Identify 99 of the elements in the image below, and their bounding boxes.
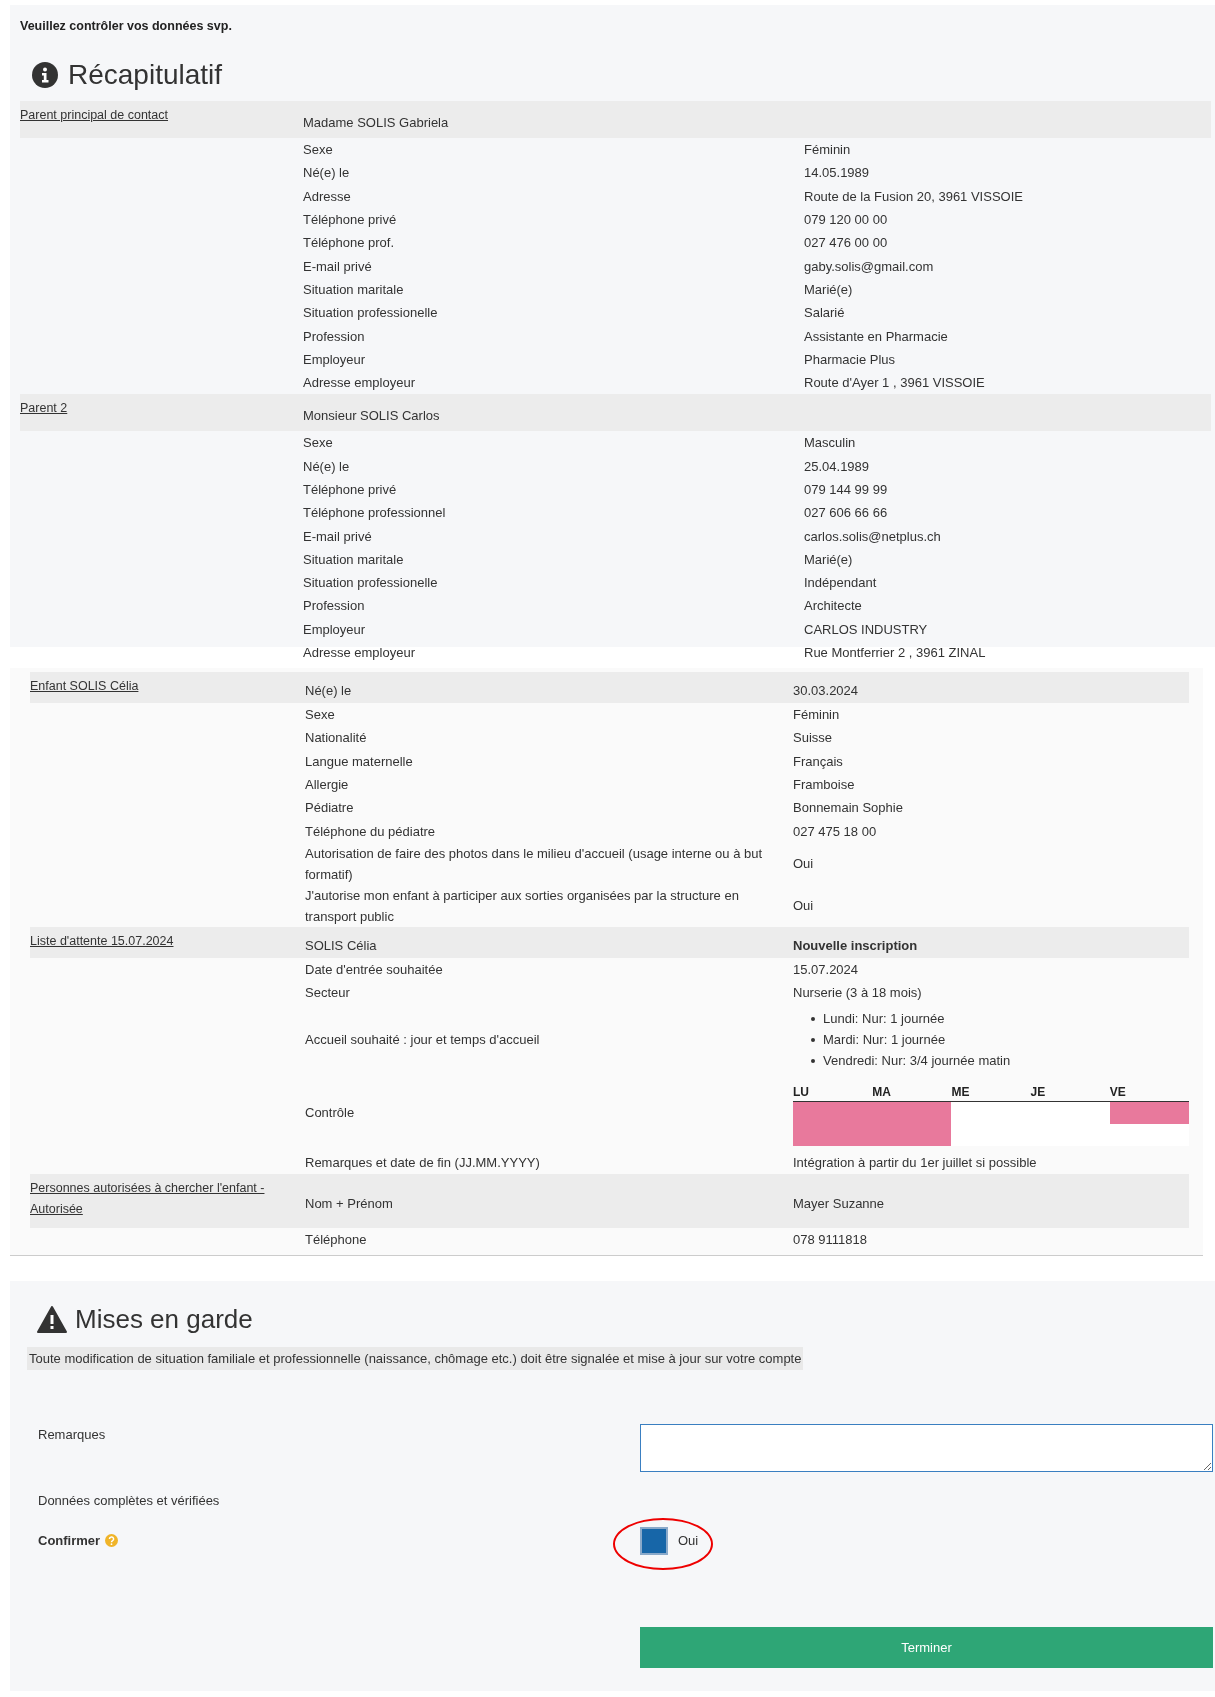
section-link[interactable]: Parent 2 xyxy=(20,394,303,420)
field-value: 027 476 00 00 xyxy=(804,234,889,253)
field-label: Date d'entrée souhaitée xyxy=(305,960,444,979)
field-value: carlos.solis@netplus.ch xyxy=(804,527,942,546)
field-value: 15.07.2024 xyxy=(793,960,860,979)
field-value: Suisse xyxy=(793,729,834,748)
field-value: Français xyxy=(793,752,844,771)
list-item: Lundi: Nur: 1 journée xyxy=(823,1010,945,1029)
field-label: Données complètes et vérifiées xyxy=(38,1491,221,1510)
field-label: Sexe xyxy=(303,141,334,160)
field-label: Contrôle xyxy=(305,1104,356,1123)
bullet-icon xyxy=(811,1016,815,1021)
bullet-icon xyxy=(811,1037,815,1042)
field-label: Adresse xyxy=(303,187,352,206)
field-label: Nationalité xyxy=(305,729,368,748)
field-value: Oui xyxy=(793,897,815,916)
field-label: Téléphone prof. xyxy=(303,234,396,253)
bullet-icon xyxy=(811,1058,815,1063)
field-label: Téléphone privé xyxy=(303,481,398,499)
field-label: Pédiatre xyxy=(305,799,355,818)
field-value: Bonnemain Sophie xyxy=(793,799,904,818)
field-label: Né(e) le xyxy=(303,457,351,476)
instruction-text: Veuillez contrôler vos données svp. xyxy=(20,19,233,33)
field-label: Secteur xyxy=(305,984,351,1003)
field-label: Monsieur SOLIS Carlos xyxy=(303,407,441,426)
checkbox[interactable] xyxy=(640,1526,668,1555)
warning-icon xyxy=(37,1306,67,1334)
field-value: Intégration à partir du 1er juillet si possible xyxy=(793,1153,1038,1172)
field-value: Nurserie (3 à 18 mois) xyxy=(793,984,923,1003)
field-value: Nouvelle inscription xyxy=(793,936,919,955)
field-value: Marié(e) xyxy=(804,280,854,299)
field-value: 25.04.1989 xyxy=(804,457,871,476)
field-label: Téléphone professionnel xyxy=(303,504,447,523)
field-label: Téléphone xyxy=(305,1230,368,1249)
field-value: Indépendant xyxy=(804,574,878,593)
list-item: Vendredi: Nur: 3/4 journée matin xyxy=(823,1052,1011,1071)
checkbox-label: Oui xyxy=(678,1533,699,1549)
field-label: Nom + Prénom xyxy=(305,1195,394,1214)
field-value: Assistante en Pharmacie xyxy=(804,327,949,346)
list-item: Mardi: Nur: 1 journée xyxy=(823,1031,946,1050)
field-label: Madame SOLIS Gabriela xyxy=(303,114,450,132)
field-value: Framboise xyxy=(793,776,856,795)
remarks-field[interactable] xyxy=(640,1423,1213,1472)
field-value: 079 120 00 00 xyxy=(804,211,889,230)
section-link[interactable]: Enfant SOLIS Célia xyxy=(30,672,305,697)
field-label: E-mail privé xyxy=(303,257,373,276)
field-label: Situation professionelle xyxy=(303,304,439,323)
field-label: Allergie xyxy=(305,776,350,795)
field-label: Employeur xyxy=(303,350,367,369)
info-icon xyxy=(32,62,58,88)
field-value: 027 475 18 00 xyxy=(793,822,878,841)
field-label: Adresse employeur xyxy=(303,374,416,393)
section-title: Mises en garde xyxy=(75,1304,253,1336)
field-label: Téléphone du pédiatre xyxy=(305,822,437,841)
field-label: Profession xyxy=(303,327,366,346)
field-value: Rue Montferrier 2 , 3961 ZINAL xyxy=(804,644,987,663)
field-label: Sexe xyxy=(305,706,336,725)
field-label: Profession xyxy=(303,597,366,616)
field-label: J'autorise mon enfant à participer aux sorties organisées par la structure en transport public xyxy=(305,886,740,926)
field-value: gaby.solis@gmail.com xyxy=(804,257,935,276)
field-value: 027 606 66 66 xyxy=(804,504,889,523)
field-value: Mayer Suzanne xyxy=(793,1195,886,1214)
field-label: Langue maternelle xyxy=(305,752,414,771)
field-label: Sexe xyxy=(303,434,334,453)
field-label: Confirmer xyxy=(38,1533,101,1549)
field-value: Masculin xyxy=(804,434,857,453)
field-label: Adresse employeur xyxy=(303,644,416,663)
field-value: Salarié xyxy=(804,304,846,323)
field-label: Accueil souhaité : jour et temps d'accueil xyxy=(305,1031,541,1050)
section-title: Récapitulatif xyxy=(68,59,223,91)
field-value: Pharmacie Plus xyxy=(804,350,897,369)
field-value: 078 9111818 xyxy=(793,1230,868,1249)
field-label: Employeur xyxy=(303,620,367,639)
field-label: Téléphone privé xyxy=(303,211,398,230)
field-value: Marié(e) xyxy=(804,550,854,569)
field-label: Remarques xyxy=(38,1425,107,1444)
field-value: Route d'Ayer 1 , 3961 VISSOIE xyxy=(804,374,986,393)
field-label: Né(e) le xyxy=(305,682,353,700)
field-value: Féminin xyxy=(793,706,841,725)
field-value: Oui xyxy=(793,855,815,874)
field-value: Féminin xyxy=(804,141,852,160)
field-label: Situation professionelle xyxy=(303,574,439,593)
field-label: Situation maritale xyxy=(303,280,405,299)
field-label: SOLIS Célia xyxy=(305,936,378,955)
field-label: E-mail privé xyxy=(303,527,373,546)
section-link[interactable]: Parent principal de contact xyxy=(20,101,303,126)
field-value: Architecte xyxy=(804,597,863,616)
field-label: Remarques et date de fin (JJ.MM.YYYY) xyxy=(305,1153,541,1172)
field-value: 079 144 99 99 xyxy=(804,481,889,499)
field-label: Autorisation de faire des photos dans le milieu d'accueil (usage interne ou à but formatif) xyxy=(305,844,764,884)
field-label: Né(e) le xyxy=(303,164,351,183)
section-link[interactable]: Liste d'attente 15.07.2024 xyxy=(30,926,305,952)
field-value: CARLOS INDUSTRY xyxy=(804,620,929,639)
field-label: Situation maritale xyxy=(303,550,405,569)
field-value: 14.05.1989 xyxy=(804,164,871,183)
field-value: Route de la Fusion 20, 3961 VISSOIE xyxy=(804,187,1024,206)
section-link[interactable]: Personnes autorisées à chercher l'enfant - Autorisée xyxy=(30,1173,305,1220)
field-value: 30.03.2024 xyxy=(793,682,860,700)
notice-text: Toute modification de situation familiale et professionnelle (naissance, chômage etc.) doit être signalée et mise à jour sur votre compte xyxy=(27,1346,804,1370)
